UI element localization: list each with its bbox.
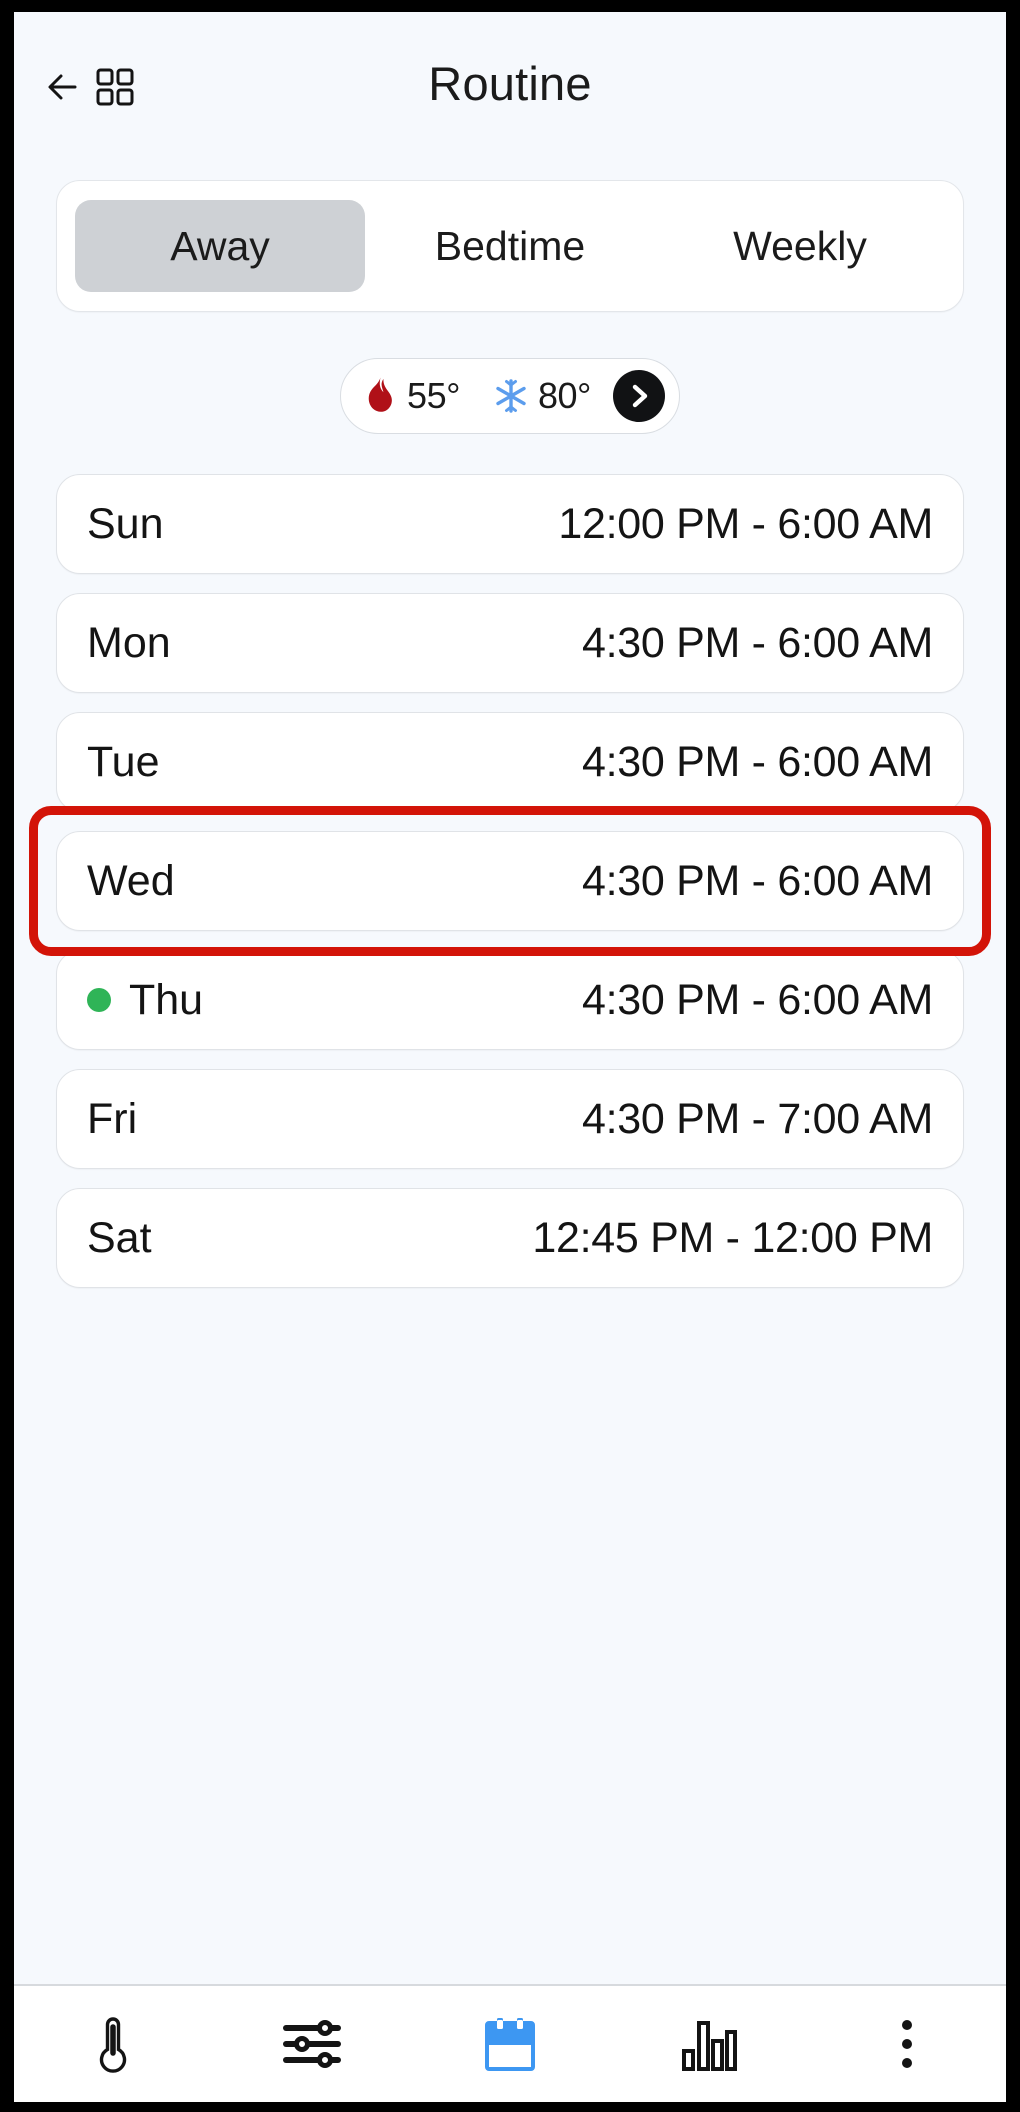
weekly-schedule-list: Sun 12:00 PM - 6:00 AM Mon 4:30 PM - 6:0…: [14, 474, 1006, 1288]
sliders-icon: [281, 2016, 343, 2072]
table-row[interactable]: Sat 12:45 PM - 12:00 PM: [56, 1188, 964, 1288]
nav-item-settings[interactable]: [212, 1986, 410, 2102]
app-header: Routine: [14, 12, 1006, 180]
nav-item-more[interactable]: [808, 1986, 1006, 2102]
row-day-wrap: Thu: [87, 976, 203, 1025]
content-spacer: [14, 1288, 1006, 1984]
today-indicator-dot: [87, 988, 111, 1012]
bar-chart-icon: [679, 2015, 737, 2073]
row-day-wrap: Sat: [87, 1214, 152, 1263]
calendar-icon: [483, 2015, 537, 2073]
table-row-highlighted[interactable]: Wed 4:30 PM - 6:00 AM: [56, 831, 964, 931]
tab-weekly[interactable]: Weekly: [655, 200, 945, 292]
row-day-label: Mon: [87, 619, 171, 668]
temperature-setpoint-pill[interactable]: 55°: [340, 358, 680, 434]
table-row[interactable]: Fri 4:30 PM - 7:00 AM: [56, 1069, 964, 1169]
temperature-expand-button[interactable]: [613, 370, 665, 422]
snowflake-icon: [494, 379, 528, 413]
row-time-range: 12:45 PM - 12:00 PM: [532, 1214, 933, 1263]
app-screen: Routine Away Bedtime Weekly 55°: [14, 12, 1006, 2102]
table-row[interactable]: Sun 12:00 PM - 6:00 AM: [56, 474, 964, 574]
row-time-range: 4:30 PM - 6:00 AM: [582, 857, 933, 906]
row-day-label: Sat: [87, 1214, 152, 1263]
row-day-label: Sun: [87, 500, 164, 549]
more-vertical-icon: [897, 2013, 917, 2075]
tab-away[interactable]: Away: [75, 200, 365, 292]
routine-mode-tabs: Away Bedtime Weekly: [56, 180, 964, 312]
row-day-wrap: Fri: [87, 1095, 137, 1144]
row-time-range: 4:30 PM - 7:00 AM: [582, 1095, 933, 1144]
row-time-range: 4:30 PM - 6:00 AM: [582, 976, 933, 1025]
thermometer-icon: [86, 2013, 140, 2075]
tab-bedtime[interactable]: Bedtime: [365, 200, 655, 292]
row-day-label: Wed: [87, 857, 175, 906]
row-day-label: Thu: [129, 976, 203, 1025]
nav-item-statistics[interactable]: [609, 1986, 807, 2102]
row-time-range: 4:30 PM - 6:00 AM: [582, 738, 933, 787]
row-time-range: 4:30 PM - 6:00 AM: [582, 619, 933, 668]
table-row[interactable]: Tue 4:30 PM - 6:00 AM: [56, 712, 964, 812]
tab-bar-wrap: Away Bedtime Weekly: [14, 180, 1006, 312]
row-day-wrap: Sun: [87, 500, 164, 549]
flame-icon: [363, 376, 397, 416]
row-time-range: 12:00 PM - 6:00 AM: [558, 500, 933, 549]
heat-setpoint-value: 55°: [407, 375, 460, 417]
nav-item-schedule[interactable]: [411, 1986, 609, 2102]
temperature-pill-wrap: 55°: [14, 358, 1006, 434]
bottom-navigation-bar: [14, 1984, 1006, 2102]
nav-item-temperature[interactable]: [14, 1986, 212, 2102]
table-row[interactable]: Thu 4:30 PM - 6:00 AM: [56, 950, 964, 1050]
table-row[interactable]: Mon 4:30 PM - 6:00 AM: [56, 593, 964, 693]
row-day-wrap: Wed: [87, 857, 175, 906]
row-day-label: Tue: [87, 738, 160, 787]
page-title: Routine: [14, 56, 1006, 111]
cool-setpoint-value: 80°: [538, 375, 591, 417]
row-day-label: Fri: [87, 1095, 137, 1144]
phone-frame: Routine Away Bedtime Weekly 55°: [0, 0, 1020, 2112]
row-day-wrap: Tue: [87, 738, 160, 787]
row-day-wrap: Mon: [87, 619, 171, 668]
